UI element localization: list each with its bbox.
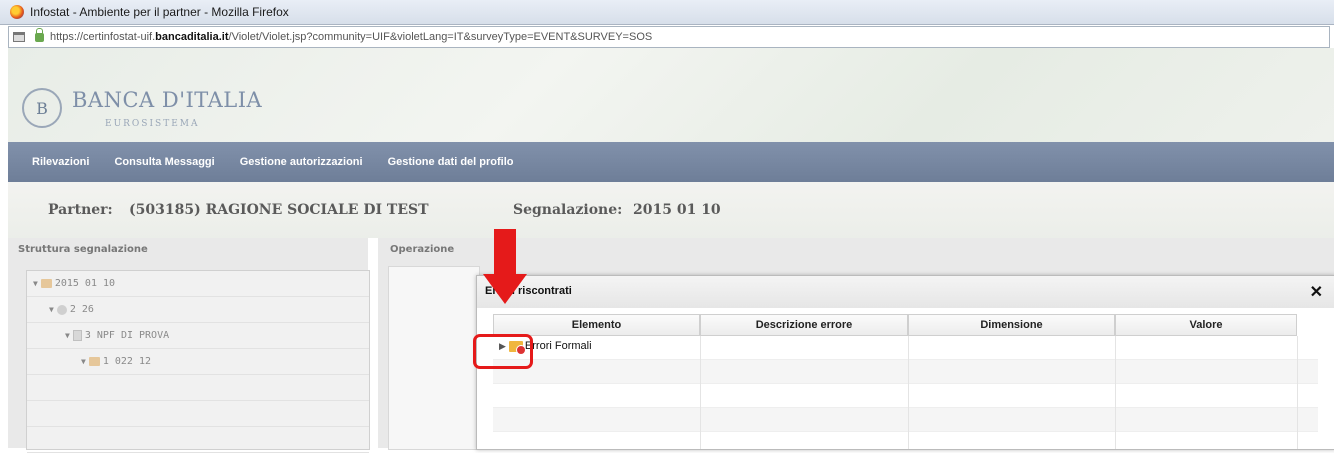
bank-emblem-icon: B bbox=[22, 88, 62, 128]
address-bar[interactable]: https://certinfostat-uif.bancaditalia.it… bbox=[8, 26, 1330, 48]
column-header-elemento[interactable]: Elemento bbox=[493, 314, 700, 336]
expand-triangle-icon[interactable]: ▼ bbox=[49, 305, 54, 314]
dialog-header: Errori riscontrati ✕ bbox=[477, 276, 1334, 308]
partner-label: Partner: bbox=[48, 202, 113, 218]
tree-node-label: 2015 01 10 bbox=[54, 278, 116, 289]
tree-empty-row bbox=[27, 427, 369, 453]
tree-node-label: 1 022 12 bbox=[102, 356, 151, 367]
folder-icon bbox=[40, 279, 52, 288]
nav-item-consulta-messaggi[interactable]: Consulta Messaggi bbox=[114, 156, 214, 168]
annotation-arrow-shaft bbox=[494, 229, 516, 275]
logo-name: BANCA D'ITALIA bbox=[72, 88, 263, 112]
structure-panel: Struttura segnalazione ▼ 2015 01 10 ▼ 2 … bbox=[8, 238, 370, 453]
column-divider bbox=[700, 336, 701, 449]
segnalazione-value: 2015 01 10 bbox=[633, 202, 721, 218]
column-header-valore[interactable]: Valore bbox=[1115, 314, 1297, 336]
elemento-label: Errori Formali bbox=[524, 340, 592, 352]
table-row-empty bbox=[493, 384, 1318, 408]
column-header-dimensione[interactable]: Dimensione bbox=[908, 314, 1115, 336]
table-row[interactable]: ▶ Errori Formali bbox=[493, 336, 1318, 360]
logo-subtitle: EUROSISTEMA bbox=[105, 119, 200, 129]
firefox-icon bbox=[10, 5, 24, 19]
url-text[interactable]: https://certinfostat-uif.bancaditalia.it… bbox=[50, 31, 652, 43]
nav-item-gestione-autorizzazioni[interactable]: Gestione autorizzazioni bbox=[240, 156, 363, 168]
tree-empty-row bbox=[27, 375, 369, 401]
segnalazione-label: Segnalazione: bbox=[513, 202, 623, 218]
expand-triangle-icon[interactable]: ▼ bbox=[33, 279, 38, 288]
tree-node[interactable]: ▼ 1 022 12 bbox=[27, 349, 369, 375]
annotation-highlight-box bbox=[473, 334, 533, 369]
tree-node[interactable]: ▼ 3 NPF DI PROVA bbox=[27, 323, 369, 349]
table-row-empty bbox=[493, 360, 1318, 384]
site-header: B BANCA D'ITALIA EUROSISTEMA bbox=[8, 48, 1334, 142]
tree-node[interactable]: ▼ 2 26 bbox=[27, 297, 369, 323]
nav-item-gestione-dati-profilo[interactable]: Gestione dati del profilo bbox=[388, 156, 514, 168]
partner-value: (503185) RAGIONE SOCIALE DI TEST bbox=[129, 202, 429, 218]
structure-tree: ▼ 2015 01 10 ▼ 2 26 ▼ 3 NPF DI PROVA ▼ 1… bbox=[26, 270, 370, 453]
table-row-empty bbox=[493, 408, 1318, 432]
column-divider bbox=[1297, 336, 1298, 449]
window-titlebar: Infostat - Ambiente per il partner - Moz… bbox=[0, 0, 1334, 25]
errors-grid: Elemento Descrizione errore Dimensione V… bbox=[493, 314, 1318, 449]
column-header-descrizione[interactable]: Descrizione errore bbox=[700, 314, 908, 336]
expand-triangle-icon[interactable]: ▼ bbox=[81, 357, 86, 366]
document-icon bbox=[72, 330, 82, 341]
tree-empty-row bbox=[27, 401, 369, 427]
lock-icon bbox=[35, 27, 44, 42]
close-icon[interactable]: ✕ bbox=[1310, 282, 1323, 302]
window-title: Infostat - Ambiente per il partner - Moz… bbox=[30, 5, 289, 19]
tree-node-label: 3 NPF DI PROVA bbox=[84, 330, 170, 341]
operation-box bbox=[388, 266, 480, 450]
column-divider bbox=[1115, 336, 1116, 449]
errors-dialog: Errori riscontrati ✕ Elemento Descrizion… bbox=[476, 275, 1334, 450]
operation-panel-title: Operazione bbox=[390, 244, 455, 255]
expand-triangle-icon[interactable]: ▼ bbox=[65, 331, 70, 340]
circle-icon bbox=[56, 304, 67, 315]
structure-panel-title: Struttura segnalazione bbox=[18, 244, 148, 255]
column-divider bbox=[908, 336, 909, 449]
annotation-arrow-head bbox=[483, 274, 527, 304]
folder-icon bbox=[88, 357, 100, 366]
info-bar: Partner: (503185) RAGIONE SOCIALE DI TES… bbox=[8, 182, 1334, 238]
main-nav: Rilevazioni Consulta Messaggi Gestione a… bbox=[8, 142, 1334, 182]
tree-node[interactable]: ▼ 2015 01 10 bbox=[27, 271, 369, 297]
tree-node-label: 2 26 bbox=[69, 304, 94, 315]
page-icon bbox=[13, 32, 25, 42]
nav-item-rilevazioni[interactable]: Rilevazioni bbox=[32, 156, 89, 168]
